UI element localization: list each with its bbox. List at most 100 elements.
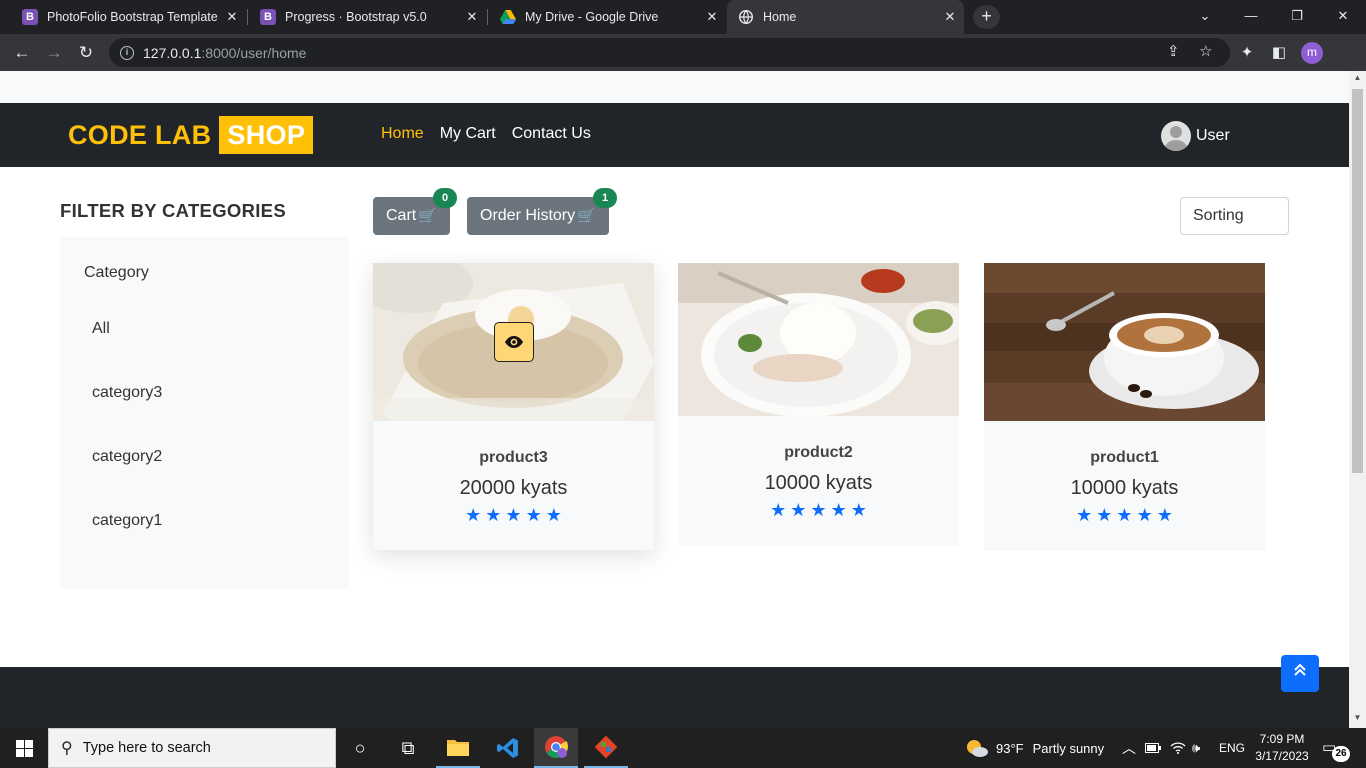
close-tab-icon[interactable]: ✕ (464, 9, 480, 25)
product-image-noodles (373, 263, 654, 421)
star-icon: ★ (1096, 505, 1113, 525)
address-bar[interactable]: i 127.0.0.1:8000/user/home ⇪ ☆ (109, 38, 1230, 67)
tab-title: My Drive - Google Drive (525, 10, 659, 24)
close-tab-icon[interactable]: ✕ (942, 9, 958, 25)
cart-button[interactable]: Cart 🛒 0 (373, 188, 457, 235)
quick-view-button[interactable] (494, 322, 534, 362)
brand-text-code-lab: CODE LAB (68, 119, 212, 150)
category-item-category3[interactable]: category3 (92, 384, 162, 402)
chrome-icon[interactable] (534, 728, 578, 768)
extensions-icon[interactable]: ✦ (1237, 43, 1257, 63)
minimize-button[interactable]: — (1228, 0, 1274, 34)
star-icon: ★ (525, 505, 542, 525)
category-item-all[interactable]: All (92, 320, 110, 338)
volume-icon[interactable]: 🕪 (1192, 728, 1200, 768)
category-filter-panel: Category All category3 category2 categor… (60, 237, 349, 589)
close-window-button[interactable]: ✕ (1320, 0, 1366, 34)
order-history-button[interactable]: Order History 🛒 1 (467, 188, 617, 235)
product-price: 20000 kyats (459, 477, 568, 499)
back-button[interactable]: ← (10, 41, 34, 65)
notification-center-icon[interactable]: ▭ 26 (1322, 738, 1350, 762)
weather-text: Partly sunny (1032, 740, 1105, 756)
star-icon: ★ (485, 505, 502, 525)
star-icon: ★ (465, 505, 482, 525)
notification-count-badge: 26 (1332, 746, 1350, 762)
taskbar-clock[interactable]: 7:09 PM 3/17/2023 (1255, 731, 1309, 765)
browser-tab-progress[interactable]: B Progress · Bootstrap v5.0 ✕ (248, 0, 486, 34)
reload-button[interactable]: ↻ (74, 41, 98, 65)
restore-button[interactable]: ❐ (1274, 0, 1320, 34)
page-scrollbar[interactable]: ▲ ▼ (1349, 71, 1366, 728)
scroll-up-arrow-icon[interactable]: ▲ (1349, 73, 1366, 82)
browser-toolbar: ← → ↻ i 127.0.0.1:8000/user/home ⇪ ☆ ✦ ◧… (0, 34, 1366, 71)
wifi-icon[interactable] (1170, 728, 1186, 768)
back-to-top-button[interactable] (1281, 655, 1319, 692)
product-card[interactable]: product3 20000 kyats ★ ★ ★ ★ ★ (373, 263, 654, 550)
vscode-icon[interactable] (486, 728, 530, 768)
share-icon[interactable]: ⇪ (1167, 42, 1180, 62)
site-footer (0, 667, 1349, 728)
product-card[interactable]: product1 10000 kyats ★ ★ ★ ★ ★ (984, 263, 1265, 551)
product-name: product1 (1090, 449, 1159, 466)
cart-icon: 🛒 (418, 208, 437, 225)
forward-button[interactable]: → (42, 41, 66, 65)
site-info-icon[interactable]: i (120, 45, 134, 60)
category-item-category2[interactable]: category2 (92, 448, 162, 466)
close-tab-icon[interactable]: ✕ (224, 9, 240, 25)
windows-start-icon[interactable] (16, 740, 33, 757)
brand-text-shop: SHOP (219, 116, 314, 154)
scrollbar-thumb[interactable] (1352, 89, 1363, 473)
clock-time: 7:09 PM (1259, 732, 1305, 746)
eye-icon (505, 336, 523, 348)
side-panel-icon[interactable]: ◧ (1269, 43, 1289, 63)
product-rating: ★ ★ ★ ★ ★ (984, 506, 1265, 524)
profile-avatar[interactable]: m (1301, 42, 1323, 64)
star-icon: ★ (1136, 505, 1153, 525)
taskbar-search-box[interactable]: ⚲ Type here to search (48, 728, 336, 768)
close-tab-icon[interactable]: ✕ (704, 9, 720, 25)
top-strip (0, 71, 1349, 103)
order-history-count-badge: 1 (593, 188, 617, 208)
globe-icon (738, 9, 754, 25)
category-heading: Category (84, 264, 149, 281)
filter-title: FILTER BY CATEGORIES (60, 200, 286, 221)
cart-button-label: Cart (386, 207, 417, 224)
tab-title: Home (763, 10, 797, 24)
show-hidden-icons-chevron-icon[interactable]: ︿ (1122, 728, 1136, 768)
double-chevron-up-icon (1294, 663, 1306, 676)
brand-logo[interactable]: CODE LAB SHOP (68, 116, 314, 154)
task-view-icon[interactable]: ⧉ (386, 728, 430, 768)
cart-count-badge: 0 (433, 188, 457, 208)
browser-tab-home[interactable]: Home ✕ (727, 0, 964, 34)
windows-taskbar: ⚲ Type here to search ○ ⧉ 93°F Partly su… (0, 728, 1366, 768)
nav-link-contact-us[interactable]: Contact Us (512, 125, 591, 143)
product-price: 10000 kyats (764, 472, 873, 494)
user-menu[interactable]: User (1161, 121, 1230, 151)
git-gui-icon[interactable] (584, 728, 628, 768)
new-tab-button[interactable]: + (973, 5, 1000, 29)
browser-tab-google-drive[interactable]: My Drive - Google Drive ✕ (488, 0, 726, 34)
user-label: User (1196, 127, 1230, 144)
bookmark-star-icon[interactable]: ☆ (1199, 42, 1212, 62)
bootstrap-icon: B (22, 9, 38, 25)
order-history-label: Order History (480, 207, 576, 224)
star-icon: ★ (1076, 505, 1093, 525)
cart-icon: 🛒 (577, 208, 596, 225)
battery-icon[interactable] (1145, 728, 1161, 768)
nav-link-home[interactable]: Home (381, 125, 424, 143)
product-card[interactable]: product2 10000 kyats ★ ★ ★ ★ ★ (678, 263, 959, 546)
weather-widget[interactable]: 93°F Partly sunny (965, 728, 1104, 768)
coffee-photo (984, 263, 1265, 421)
product-info: product3 20000 kyats ★ ★ ★ ★ ★ (373, 421, 654, 524)
scroll-down-arrow-icon[interactable]: ▼ (1349, 713, 1366, 722)
weather-temp: 93°F (996, 740, 1024, 756)
tab-search-button[interactable]: ⌄ (1182, 0, 1228, 34)
input-language[interactable]: ENG (1219, 728, 1245, 768)
category-item-category1[interactable]: category1 (92, 512, 162, 530)
cortana-icon[interactable]: ○ (338, 728, 382, 768)
nav-link-my-cart[interactable]: My Cart (440, 125, 496, 143)
site-navbar: CODE LAB SHOP Home My Cart Contact Us Us… (0, 103, 1349, 167)
browser-tab-photofolio[interactable]: B PhotoFolio Bootstrap Template - ✕ (10, 0, 246, 34)
sorting-select[interactable]: Sorting (1180, 197, 1289, 235)
file-explorer-icon[interactable] (436, 728, 480, 768)
